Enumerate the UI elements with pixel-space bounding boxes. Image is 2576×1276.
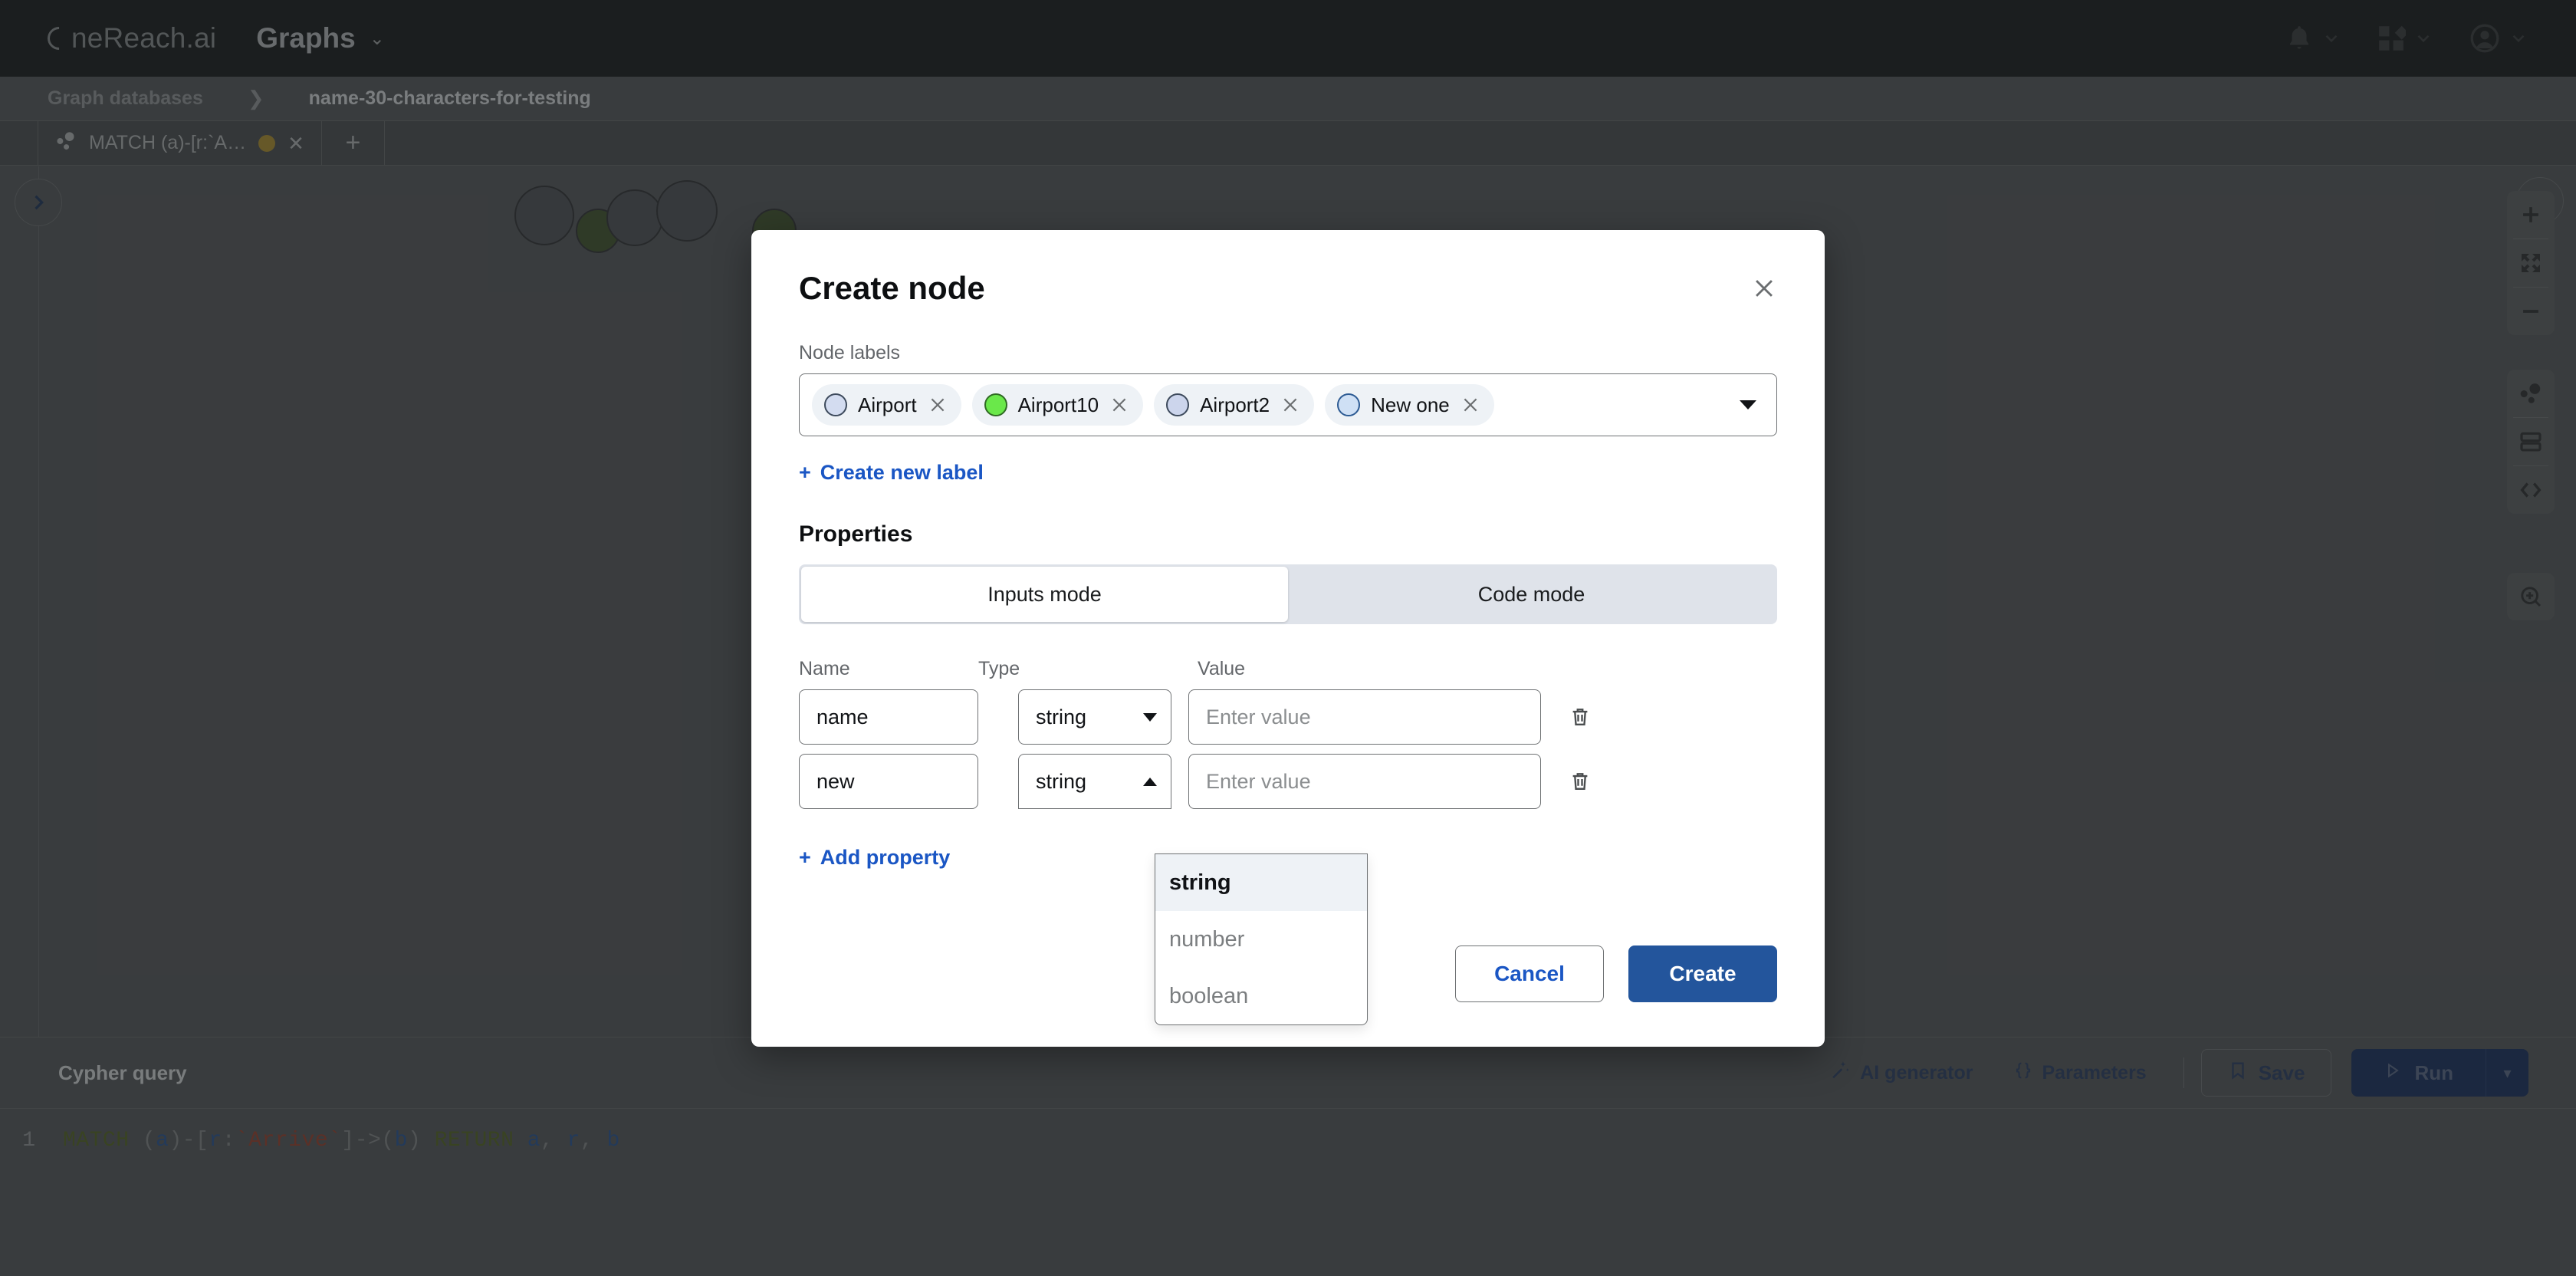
node-label-chip[interactable]: New one bbox=[1325, 384, 1494, 426]
node-labels-field-label: Node labels bbox=[799, 342, 901, 363]
properties-mode-switch: Inputs mode Code mode bbox=[799, 564, 1777, 624]
node-label-color-icon bbox=[1337, 393, 1361, 416]
property-row: name string Enter value bbox=[751, 689, 1825, 745]
node-labels-chevron-down-icon[interactable] bbox=[1740, 400, 1756, 409]
remove-label-icon[interactable] bbox=[1280, 395, 1300, 415]
properties-section-title: Properties bbox=[799, 521, 913, 547]
dialog-title: Create node bbox=[799, 270, 985, 306]
remove-label-icon[interactable] bbox=[928, 395, 948, 415]
chevron-up-icon bbox=[1143, 777, 1157, 786]
property-type-select[interactable]: string bbox=[1018, 754, 1171, 809]
chevron-down-icon bbox=[1143, 712, 1157, 722]
node-labels-input[interactable]: Airport Airport10 Airport2 New one bbox=[799, 373, 1777, 436]
column-header-value: Value bbox=[1198, 658, 1246, 679]
create-new-label-text: Create new label bbox=[820, 461, 984, 484]
remove-label-icon[interactable] bbox=[1109, 395, 1129, 415]
create-new-label-button[interactable]: + Create new label bbox=[751, 461, 1825, 485]
node-label-chip[interactable]: Airport10 bbox=[971, 384, 1144, 426]
property-name-input[interactable]: new bbox=[799, 754, 978, 809]
type-option-number[interactable]: number bbox=[1155, 911, 1367, 968]
column-header-type: Type bbox=[978, 658, 1020, 679]
plus-icon: + bbox=[799, 846, 811, 869]
node-label-chip-text: Airport10 bbox=[1017, 393, 1099, 416]
properties-column-headers: Name Type Value bbox=[751, 658, 1825, 680]
property-value-input[interactable]: Enter value bbox=[1188, 754, 1541, 809]
property-type-value: string bbox=[1036, 705, 1087, 728]
column-header-name: Name bbox=[799, 658, 850, 679]
node-label-color-icon bbox=[984, 393, 1007, 416]
tab-inputs-mode[interactable]: Inputs mode bbox=[801, 567, 1288, 622]
plus-icon: + bbox=[799, 461, 811, 484]
app-root: neReach.ai Graphs ⌄ Graph databases ❯ na… bbox=[0, 0, 2576, 1276]
node-label-color-icon bbox=[1166, 393, 1190, 416]
node-label-chip[interactable]: Airport bbox=[812, 384, 961, 426]
node-label-chip-text: Airport2 bbox=[1200, 393, 1270, 416]
node-label-color-icon bbox=[824, 393, 847, 416]
property-type-select[interactable]: string bbox=[1018, 689, 1171, 745]
close-icon[interactable] bbox=[1751, 275, 1777, 301]
tab-code-mode[interactable]: Code mode bbox=[1288, 567, 1775, 622]
property-value-input[interactable]: Enter value bbox=[1188, 689, 1541, 745]
property-row: new string Enter value bbox=[751, 754, 1825, 809]
type-option-boolean[interactable]: boolean bbox=[1155, 968, 1367, 1024]
add-property-text: Add property bbox=[820, 846, 951, 869]
type-option-string[interactable]: string bbox=[1155, 854, 1367, 911]
delete-property-icon[interactable] bbox=[1569, 705, 1592, 728]
dialog-header: Create node bbox=[751, 230, 1825, 307]
cancel-button[interactable]: Cancel bbox=[1455, 945, 1604, 1002]
property-type-dropdown[interactable]: string number boolean bbox=[1155, 853, 1368, 1025]
node-label-chip-text: New one bbox=[1371, 393, 1450, 416]
dialog-footer: Cancel Create bbox=[1455, 945, 1777, 1002]
property-type-value: string bbox=[1036, 769, 1087, 793]
node-label-chip[interactable]: Airport2 bbox=[1154, 384, 1315, 426]
create-button[interactable]: Create bbox=[1628, 945, 1777, 1002]
node-label-chip-text: Airport bbox=[858, 393, 917, 416]
delete-property-icon[interactable] bbox=[1569, 770, 1592, 793]
property-name-input[interactable]: name bbox=[799, 689, 978, 745]
remove-label-icon[interactable] bbox=[1460, 395, 1480, 415]
